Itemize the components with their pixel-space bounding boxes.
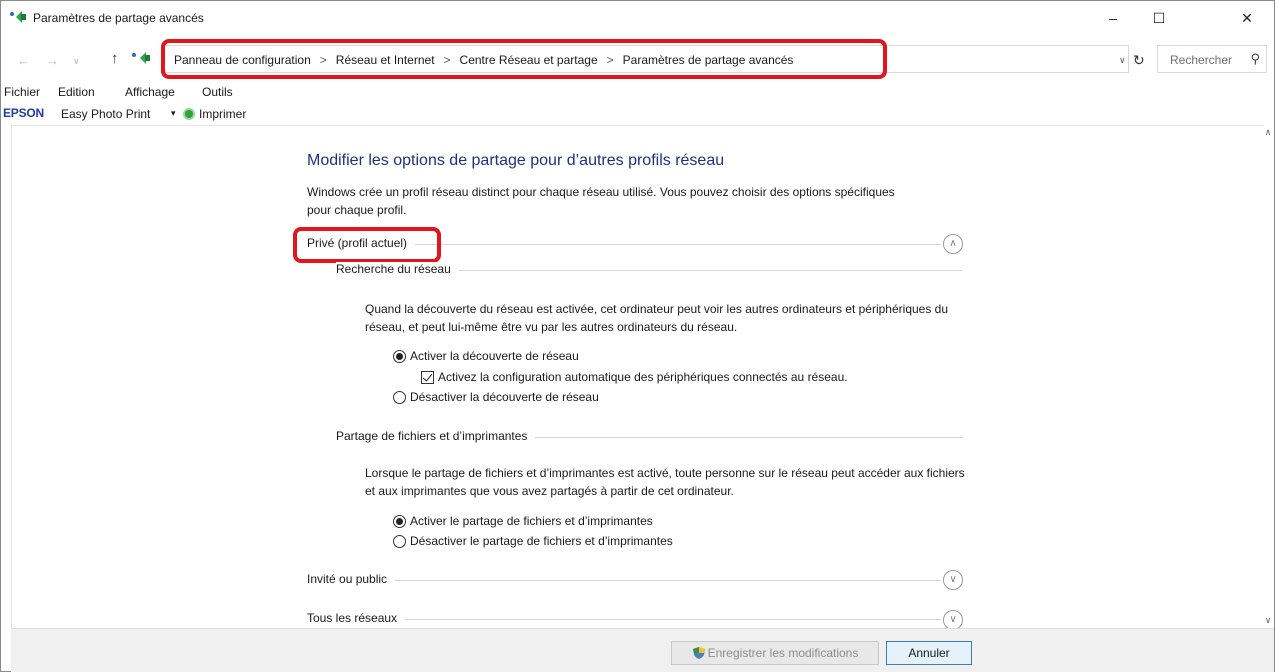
network-discovery-label: Recherche du réseau [336, 262, 459, 276]
print-icon[interactable] [183, 108, 195, 120]
save-changes-button[interactable]: Enregistrer les modifications [671, 641, 879, 665]
menu-fichier[interactable]: Fichier [4, 85, 40, 99]
title-bar: Paramètres de partage avancés – ☐ ✕ [1, 1, 1274, 35]
radio-button[interactable] [393, 535, 406, 548]
radio-label[interactable]: Activer le partage de fichiers et d’impr… [410, 514, 653, 528]
file-sharing-description: Lorsque le partage de fichiers et d’impr… [365, 466, 965, 498]
menu-outils[interactable]: Outils [202, 85, 233, 99]
minimize-button[interactable]: – [1090, 1, 1136, 35]
address-dropdown-chevron-icon[interactable]: ∨ [1119, 55, 1126, 66]
network-discovery-description: Quand la découverte du réseau est activé… [365, 302, 949, 334]
file-sharing-label: Partage de fichiers et d’imprimantes [336, 429, 536, 443]
page-intro: Windows crée un profil réseau distinct p… [307, 185, 895, 217]
forward-arrow-icon[interactable]: → [46, 53, 59, 68]
cancel-button[interactable]: Annuler [886, 641, 972, 665]
epson-logo: EPSON [3, 106, 45, 120]
window-title: Paramètres de partage avancés [33, 11, 204, 25]
page-title: Modifier les options de partage pour d’a… [307, 152, 725, 169]
save-changes-label[interactable]: Enregistrer les modifications [708, 646, 859, 660]
vertical-scrollbar[interactable]: ∧ ∨ [1262, 125, 1274, 628]
subsection-network-discovery: Recherche du réseau [336, 260, 962, 280]
search-icon[interactable]: ⚲ [1250, 51, 1260, 67]
section-guest-label[interactable]: Invité ou public [307, 572, 396, 586]
radio-button[interactable] [393, 350, 406, 363]
menu-edition[interactable]: Edition [58, 85, 95, 99]
section-divider [307, 580, 941, 581]
radio-label[interactable]: Activer la découverte de réseau [410, 349, 579, 363]
section-guest-profile[interactable]: Invité ou public ∨ [307, 570, 963, 590]
recent-locations-chevron-icon[interactable]: ∨ [73, 56, 80, 67]
menu-affichage[interactable]: Affichage [125, 85, 175, 99]
section-all-label[interactable]: Tous les réseaux [307, 611, 406, 625]
subsection-file-sharing: Partage de fichiers et d’imprimantes [336, 427, 962, 447]
checkbox[interactable] [421, 371, 434, 384]
close-button[interactable]: ✕ [1224, 1, 1270, 35]
private-profile-highlight-box [293, 227, 441, 263]
radio-label[interactable]: Désactiver la découverte de réseau [410, 390, 599, 404]
section-all-networks[interactable]: Tous les réseaux ∨ [307, 609, 963, 628]
maximize-button[interactable]: ☐ [1136, 1, 1182, 35]
epson-easy-photo-print[interactable]: Easy Photo Print [61, 107, 150, 121]
checkbox-label[interactable]: Activez la configuration automatique des… [438, 370, 848, 384]
network-control-panel-icon [10, 11, 26, 23]
radio-button[interactable] [393, 391, 406, 404]
scroll-down-icon[interactable]: ∨ [1262, 615, 1274, 626]
collapse-chevron-icon[interactable]: ∧ [943, 234, 963, 254]
search-placeholder: Rechercher [1170, 53, 1233, 67]
location-network-icon [132, 52, 150, 64]
radio-label[interactable]: Désactiver le partage de fichiers et d’i… [410, 534, 673, 548]
up-arrow-icon[interactable]: ↑ [111, 50, 119, 67]
expand-chevron-icon[interactable]: ∨ [943, 610, 963, 628]
back-arrow-icon[interactable]: ← [17, 53, 30, 68]
epson-dropdown-caret-icon[interactable]: ▾ [171, 108, 176, 119]
window: Paramètres de partage avancés – ☐ ✕ ← → … [0, 0, 1275, 672]
radio-button[interactable] [393, 515, 406, 528]
refresh-icon[interactable]: ↻ [1133, 52, 1145, 69]
uac-shield-icon [692, 647, 705, 659]
action-bar: Enregistrer les modifications Annuler [11, 628, 1274, 672]
address-highlight-box [161, 39, 887, 79]
expand-chevron-icon[interactable]: ∨ [943, 570, 963, 590]
epson-print-button[interactable]: Imprimer [199, 107, 246, 121]
search-input[interactable]: Rechercher ⚲ [1157, 45, 1267, 73]
scroll-up-icon[interactable]: ∧ [1262, 127, 1274, 138]
navigation-bar: ← → ∨ ↑ Panneau de configuration > Réseau … [1, 39, 1274, 83]
